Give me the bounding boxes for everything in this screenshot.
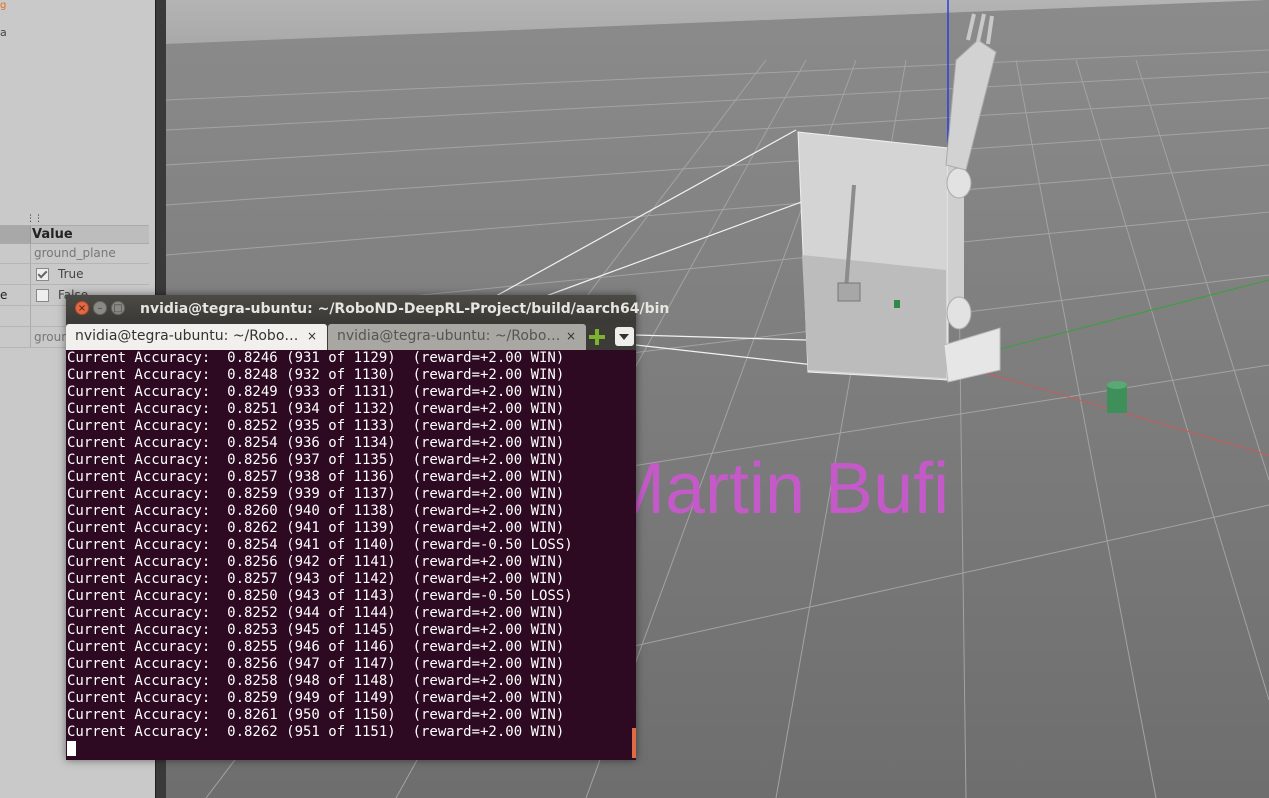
terminal-line: Current Accuracy: 0.8261 (950 of 1150) (…: [67, 707, 565, 723]
property-name-column-header[interactable]: [0, 226, 31, 243]
property-value[interactable]: groun: [34, 327, 69, 347]
self-collide-checkbox[interactable]: [36, 289, 49, 302]
splitter-grip-icon[interactable]: ⋮⋮: [26, 214, 43, 224]
checkbox-label: True: [58, 267, 84, 281]
robot-joint-upper: [946, 167, 972, 199]
property-key: [0, 264, 31, 284]
terminal-titlebar[interactable]: × – □ nvidia@tegra-ubuntu: ~/RoboND-Deep…: [66, 295, 669, 323]
minimize-icon[interactable]: –: [93, 301, 107, 315]
property-key: [0, 243, 31, 263]
cylinder-top: [1107, 381, 1127, 389]
terminal-line: Current Accuracy: 0.8256 (947 of 1147) (…: [67, 656, 565, 672]
property-row-name[interactable]: ground_plane: [0, 243, 149, 264]
terminal-line: Current Accuracy: 0.8259 (939 of 1137) (…: [67, 486, 565, 502]
chevron-down-icon: [619, 334, 629, 340]
terminal-line: Current Accuracy: 0.8254 (936 of 1134) (…: [67, 435, 565, 451]
terminal-line: Current Accuracy: 0.8251 (934 of 1132) (…: [67, 401, 565, 417]
terminal-output[interactable]: Current Accuracy: 0.8246 (931 of 1129) (…: [66, 350, 636, 760]
terminal-line: Current Accuracy: 0.8252 (935 of 1133) (…: [67, 418, 565, 434]
terminal-line: Current Accuracy: 0.8253 (945 of 1145) (…: [67, 622, 565, 638]
terminal-line: Current Accuracy: 0.8260 (940 of 1138) (…: [67, 503, 565, 519]
robot-joint-lower: [946, 296, 972, 330]
property-table-header: Value: [0, 225, 149, 244]
terminal-line: Current Accuracy: 0.8258 (948 of 1148) (…: [67, 673, 565, 689]
terminal-line: Current Accuracy: 0.8256 (942 of 1141) (…: [67, 554, 565, 570]
terminal-line: Current Accuracy: 0.8257 (938 of 1136) (…: [67, 469, 565, 485]
terminal-line: Current Accuracy: 0.8246 (931 of 1129) (…: [67, 350, 565, 366]
static-checkbox[interactable]: [36, 268, 49, 281]
terminal-tab-bar: nvidia@tegra-ubuntu: ~/Robo… × nvidia@te…: [66, 323, 636, 350]
terminal-line: Current Accuracy: 0.8252 (944 of 1144) (…: [67, 605, 565, 621]
camera-preview-floor: [802, 255, 946, 378]
panel-orange-mark: g: [0, 0, 7, 11]
terminal-line: Current Accuracy: 0.8262 (951 of 1151) (…: [67, 724, 565, 740]
terminal-window[interactable]: × – □ nvidia@tegra-ubuntu: ~/RoboND-Deep…: [66, 295, 669, 760]
terminal-line: Current Accuracy: 0.8250 (943 of 1143) (…: [67, 588, 573, 604]
tab-label: nvidia@tegra-ubuntu: ~/Robo…: [75, 328, 299, 344]
cylinder-prop: [1107, 385, 1127, 413]
maximize-icon[interactable]: □: [111, 301, 125, 315]
scrollbar-thumb[interactable]: [632, 728, 636, 758]
text-cursor: [67, 741, 76, 756]
terminal-tab-2[interactable]: nvidia@tegra-ubuntu: ~/Robo… ×: [328, 324, 586, 350]
terminal-line: Current Accuracy: 0.8255 (946 of 1146) (…: [67, 639, 565, 655]
terminal-line: Current Accuracy: 0.8256 (937 of 1135) (…: [67, 452, 565, 468]
preview-base: [837, 282, 861, 302]
terminal-title: nvidia@tegra-ubuntu: ~/RoboND-DeepRL-Pro…: [140, 301, 670, 317]
panel-top-label: a: [0, 26, 7, 39]
tab-close-icon[interactable]: ×: [307, 324, 317, 348]
property-key: [0, 306, 31, 326]
preview-prop: [894, 300, 900, 308]
terminal-line: Current Accuracy: 0.8248 (932 of 1130) (…: [67, 367, 565, 383]
terminal-line: Current Accuracy: 0.8254 (941 of 1140) (…: [67, 537, 573, 553]
terminal-line: Current Accuracy: 0.8257 (943 of 1142) (…: [67, 571, 565, 587]
terminal-tab-1[interactable]: nvidia@tegra-ubuntu: ~/Robo… ×: [66, 324, 327, 350]
tab-menu-button[interactable]: [615, 327, 634, 346]
terminal-line: Current Accuracy: 0.8262 (941 of 1139) (…: [67, 520, 565, 536]
property-key: e: [0, 285, 31, 305]
property-value[interactable]: ground_plane: [34, 243, 116, 263]
plus-icon[interactable]: [589, 329, 605, 345]
value-column-header[interactable]: Value: [32, 226, 73, 243]
terminal-line: Current Accuracy: 0.8249 (933 of 1131) (…: [67, 384, 565, 400]
terminal-lines: Current Accuracy: 0.8246 (931 of 1129) (…: [67, 350, 573, 741]
tab-label: nvidia@tegra-ubuntu: ~/Robo…: [337, 328, 561, 344]
property-key: [0, 327, 31, 347]
tab-close-icon[interactable]: ×: [566, 324, 576, 348]
terminal-line: Current Accuracy: 0.8259 (949 of 1149) (…: [67, 690, 565, 706]
watermark-text: Martin Bufi: [605, 449, 950, 529]
property-row-static[interactable]: True: [0, 264, 149, 285]
close-icon[interactable]: ×: [75, 301, 89, 315]
